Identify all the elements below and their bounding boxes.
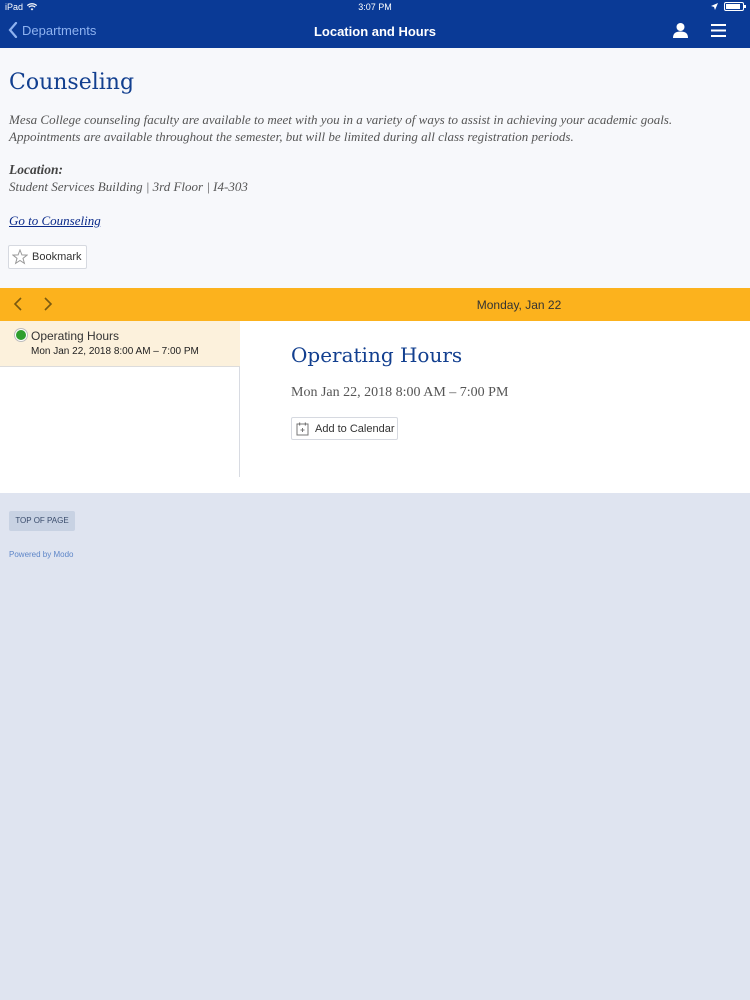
- battery-icon: [724, 2, 746, 11]
- department-info: Counseling Mesa College counseling facul…: [0, 48, 750, 288]
- nav-bar: Departments Location and Hours: [0, 15, 750, 48]
- events-panel: Operating Hours Mon Jan 22, 2018 8:00 AM…: [0, 321, 750, 493]
- event-time: Mon Jan 22, 2018 8:00 AM – 7:00 PM: [31, 346, 199, 357]
- menu-button[interactable]: [711, 24, 726, 42]
- bookmark-label: Bookmark: [32, 251, 82, 263]
- powered-by-text: Powered by Modo: [9, 550, 74, 559]
- go-to-counseling-link[interactable]: Go to Counseling: [9, 213, 101, 229]
- detail-time: Mon Jan 22, 2018 8:00 AM – 7:00 PM: [291, 385, 509, 400]
- add-to-calendar-button[interactable]: Add to Calendar: [291, 417, 398, 440]
- intro-text: Mesa College counseling faculty are avai…: [9, 112, 673, 144]
- location-arrow-icon: [711, 3, 718, 10]
- page-title: Counseling: [9, 70, 135, 95]
- location-value: Student Services Building | 3rd Floor | …: [9, 179, 248, 194]
- current-date: Monday, Jan 22: [476, 298, 562, 312]
- bookmark-button[interactable]: Bookmark: [8, 245, 87, 269]
- status-right: [711, 2, 746, 11]
- calendar-add-icon: [296, 422, 309, 435]
- hamburger-icon: [711, 24, 726, 37]
- top-of-page-button[interactable]: TOP OF PAGE: [9, 511, 75, 531]
- user-icon: [673, 23, 688, 38]
- location-label: Location:: [9, 162, 63, 177]
- next-day-button[interactable]: [42, 296, 54, 317]
- page-header-title: Location and Hours: [313, 24, 437, 39]
- list-item[interactable]: Operating Hours Mon Jan 22, 2018 8:00 AM…: [0, 321, 240, 367]
- date-bar: Monday, Jan 22: [0, 288, 750, 321]
- event-title: Operating Hours: [31, 329, 120, 343]
- chevron-right-icon: [44, 297, 53, 311]
- event-list: Operating Hours Mon Jan 22, 2018 8:00 AM…: [0, 321, 240, 477]
- status-bar: iPad 3:07 PM: [0, 0, 750, 15]
- status-time: 3:07 PM: [358, 2, 392, 12]
- previous-day-button[interactable]: [12, 296, 24, 317]
- user-button[interactable]: [672, 22, 689, 44]
- star-icon: [12, 249, 28, 265]
- add-to-calendar-label: Add to Calendar: [315, 422, 395, 435]
- chevron-left-icon: [13, 297, 22, 311]
- status-dot-icon: [15, 329, 27, 341]
- detail-title: Operating Hours: [291, 343, 463, 367]
